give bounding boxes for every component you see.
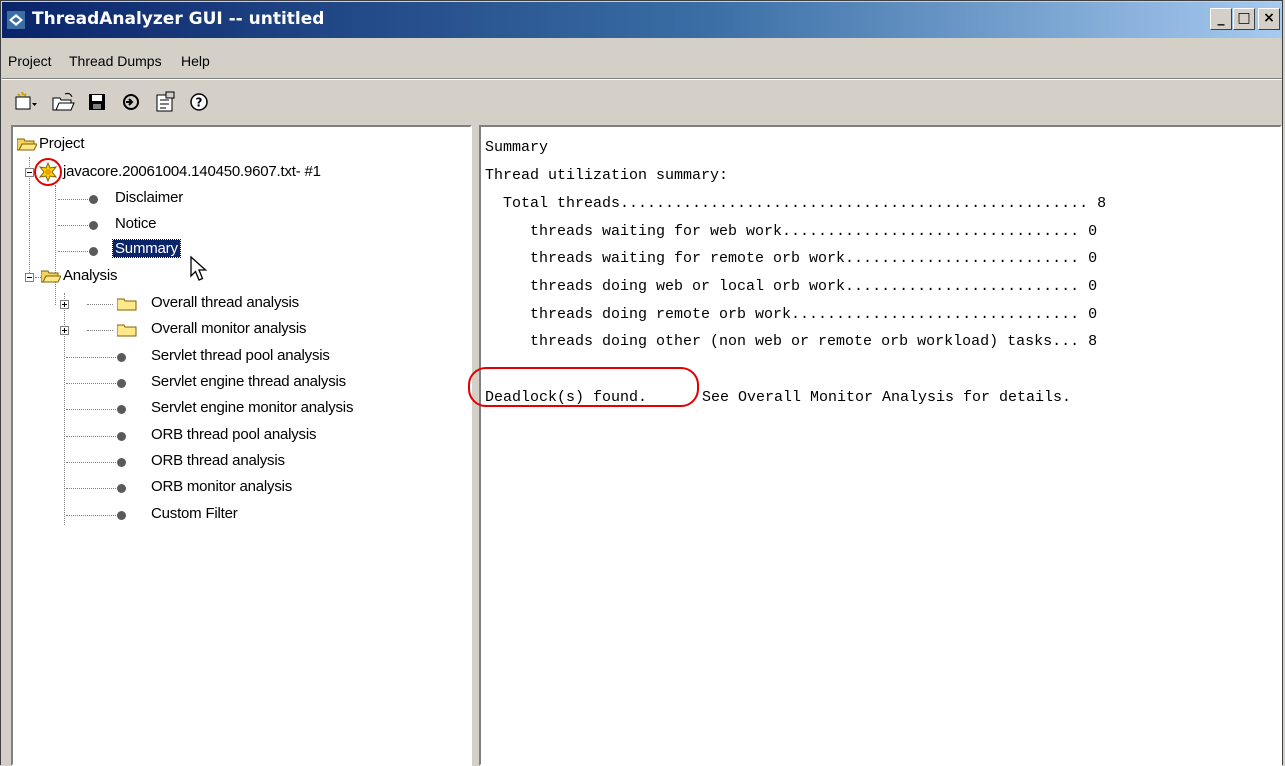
properties-icon[interactable] xyxy=(152,89,178,115)
report-line: threads doing other (non web or remote o… xyxy=(485,333,1098,350)
tree-connector xyxy=(55,185,56,305)
tree-item-summary[interactable]: Summary xyxy=(112,239,181,258)
svg-text:?: ? xyxy=(196,96,203,110)
collapse-toggle[interactable] xyxy=(25,273,34,282)
bullet-icon xyxy=(89,221,98,230)
menu-project[interactable]: Project xyxy=(8,53,52,69)
tree-item-overall-thread-analysis[interactable]: Overall thread analysis xyxy=(151,294,299,311)
project-tree[interactable]: Project javacore.20061004.140450.9607.tx… xyxy=(11,125,472,766)
bullet-icon xyxy=(117,379,126,388)
folder-icon xyxy=(117,298,137,311)
tree-item-orb-monitor[interactable]: ORB monitor analysis xyxy=(151,478,292,495)
tree-connector xyxy=(66,462,116,463)
bullet-icon xyxy=(89,195,98,204)
tree-connector xyxy=(66,357,116,358)
highlight-circle xyxy=(34,158,62,186)
open-icon[interactable] xyxy=(50,89,76,115)
tree-connector xyxy=(66,488,116,489)
report-line: threads waiting for remote orb work.....… xyxy=(485,250,1098,267)
bullet-icon xyxy=(117,353,126,362)
refresh-icon[interactable] xyxy=(118,89,144,115)
expand-toggle[interactable] xyxy=(60,300,69,309)
expand-toggle[interactable] xyxy=(60,326,69,335)
menu-help[interactable]: Help xyxy=(181,53,210,69)
application-window: ThreadAnalyzer GUI -- untitled _ □ × Pro… xyxy=(0,0,1283,766)
app-icon xyxy=(7,11,25,29)
tree-item-orb-thread-pool[interactable]: ORB thread pool analysis xyxy=(151,426,316,443)
window-title: ThreadAnalyzer GUI -- untitled xyxy=(32,9,325,29)
mouse-cursor-icon xyxy=(190,255,208,281)
collapse-toggle[interactable] xyxy=(25,168,34,177)
tree-connector xyxy=(66,515,116,516)
tree-item-overall-monitor-analysis[interactable]: Overall monitor analysis xyxy=(151,320,306,337)
menu-bar: Project Thread Dumps Help xyxy=(2,40,1282,79)
help-icon[interactable]: ? xyxy=(186,89,212,115)
bullet-icon xyxy=(117,511,126,520)
tree-item-servlet-engine-thread[interactable]: Servlet engine thread analysis xyxy=(151,373,346,390)
tree-item-disclaimer[interactable]: Disclaimer xyxy=(115,189,183,206)
tree-item-javacore-file[interactable]: javacore.20061004.140450.9607.txt- #1 xyxy=(63,163,321,180)
deadlock-detail: See Overall Monitor Analysis for details… xyxy=(684,389,1072,406)
folder-open-icon xyxy=(41,270,61,283)
bullet-icon xyxy=(89,247,98,256)
tree-connector xyxy=(87,304,113,305)
bullet-icon xyxy=(117,405,126,414)
bullet-icon xyxy=(117,432,126,441)
minimize-button[interactable]: _ xyxy=(1210,8,1232,30)
maximize-button[interactable]: □ xyxy=(1233,8,1255,30)
title-bar[interactable]: ThreadAnalyzer GUI -- untitled _ □ × xyxy=(2,2,1282,38)
tree-connector xyxy=(66,436,116,437)
tree-item-project[interactable]: Project xyxy=(39,135,84,152)
save-icon[interactable] xyxy=(84,89,110,115)
tree-item-analysis[interactable]: Analysis xyxy=(63,267,117,284)
highlight-oval xyxy=(468,367,699,407)
report-line: threads waiting for web work............… xyxy=(485,223,1098,240)
toolbar: ? xyxy=(2,79,1282,124)
tree-connector xyxy=(87,330,113,331)
tree-connector xyxy=(58,199,88,200)
tree-connector xyxy=(66,383,116,384)
close-button[interactable]: × xyxy=(1258,8,1280,30)
tree-connector xyxy=(58,225,88,226)
report-line: threads doing web or local orb work.....… xyxy=(485,278,1098,295)
tree-item-custom-filter[interactable]: Custom Filter xyxy=(151,505,238,522)
tree-connector xyxy=(66,409,116,410)
tree-connector xyxy=(58,251,88,252)
tree-item-servlet-engine-monitor[interactable]: Servlet engine monitor analysis xyxy=(151,399,353,416)
bullet-icon xyxy=(117,458,126,467)
folder-open-icon xyxy=(17,138,37,151)
report-subheading: Thread utilization summary: xyxy=(485,167,729,184)
tree-item-notice[interactable]: Notice xyxy=(115,215,157,232)
report-heading: Summary xyxy=(485,139,549,156)
report-panel[interactable]: Summary Thread utilization summary: Tota… xyxy=(479,125,1282,766)
menu-thread-dumps[interactable]: Thread Dumps xyxy=(69,53,162,69)
new-project-icon[interactable] xyxy=(12,89,38,115)
report-line: threads doing remote orb work...........… xyxy=(485,306,1098,323)
tree-item-servlet-thread-pool[interactable]: Servlet thread pool analysis xyxy=(151,347,330,364)
bullet-icon xyxy=(117,484,126,493)
folder-icon xyxy=(117,324,137,337)
report-line: Total threads...........................… xyxy=(485,195,1107,212)
tree-item-orb-thread[interactable]: ORB thread analysis xyxy=(151,452,285,469)
